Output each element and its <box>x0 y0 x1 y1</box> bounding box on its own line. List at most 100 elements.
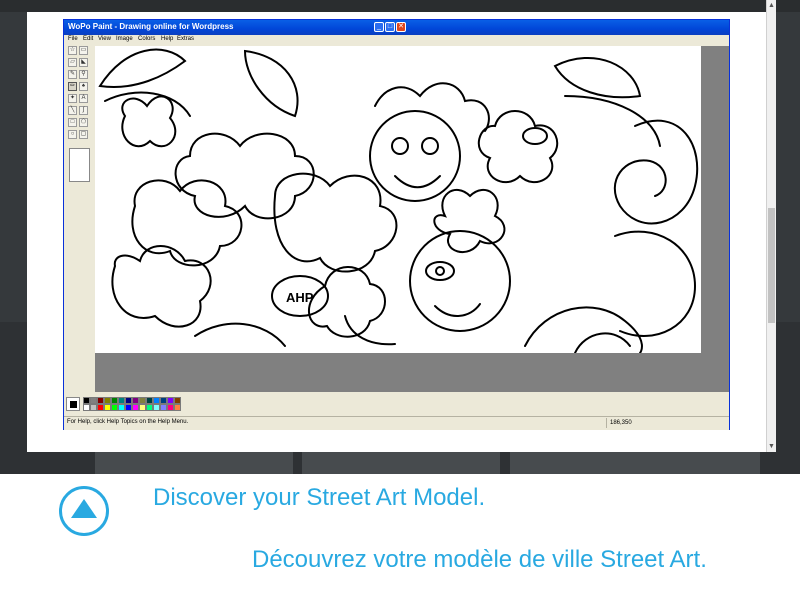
graffiti-text: AHP <box>286 290 314 305</box>
scrollbar-thumb[interactable] <box>768 208 775 323</box>
airbrush-tool[interactable]: ✦ <box>68 94 77 103</box>
scroll-up-icon[interactable]: ▲ <box>767 1 776 10</box>
palette-swatch[interactable] <box>132 404 139 411</box>
palette-swatch[interactable] <box>174 404 181 411</box>
brush-tool[interactable]: ♠ <box>79 82 88 91</box>
pupil-shape <box>435 266 445 276</box>
scroll-to-top-button[interactable] <box>59 486 109 536</box>
flower-petal <box>121 95 177 148</box>
menu-file[interactable]: File <box>68 36 78 42</box>
palette-swatch[interactable] <box>111 397 118 404</box>
palette-swatch[interactable] <box>83 404 90 411</box>
toolbox: ☆ ▭ ▱ ◣ ✎ ⚲ ✏ ♠ ✦ A ╲ ∫ □ ⬠ ○ ▢ <box>68 46 92 162</box>
swirl-shape <box>524 306 643 353</box>
menu-edit[interactable]: Edit <box>83 36 93 42</box>
palette-swatch[interactable] <box>160 404 167 411</box>
menu-image[interactable]: Image <box>116 36 133 42</box>
leaf-shape <box>564 95 661 147</box>
swirl-shape <box>614 230 697 337</box>
palette-swatch[interactable] <box>90 404 97 411</box>
palette-swatch[interactable] <box>104 397 111 404</box>
palette-swatch[interactable] <box>146 397 153 404</box>
palette-swatch[interactable] <box>174 397 181 404</box>
free-select-tool[interactable]: ☆ <box>68 46 77 55</box>
palette-swatch[interactable] <box>90 397 97 404</box>
curve-tool[interactable]: ∫ <box>79 106 88 115</box>
palette-swatch[interactable] <box>118 404 125 411</box>
eraser-tool[interactable]: ▱ <box>68 58 77 67</box>
eye-shape <box>421 137 439 155</box>
cloud-shape <box>273 172 398 273</box>
scrollbar[interactable]: ▲ ▼ <box>766 0 776 452</box>
foreground-color[interactable] <box>69 400 78 409</box>
rounded-rectangle-tool[interactable]: ▢ <box>79 130 88 139</box>
palette-swatch[interactable] <box>97 404 104 411</box>
mouth-shape <box>394 175 441 189</box>
fill-tool[interactable]: ◣ <box>79 58 88 67</box>
drawing-canvas[interactable]: AHP <box>95 46 701 353</box>
menu-bar: File Edit View Image Colors Help Extras <box>64 35 729 45</box>
menu-colors[interactable]: Colors <box>138 36 155 42</box>
scroll-down-icon[interactable]: ▼ <box>767 442 776 451</box>
palette-swatch[interactable] <box>167 404 174 411</box>
status-bar: For Help, click Help Topics on the Help … <box>64 416 729 430</box>
hair-curls <box>374 82 490 132</box>
menu-view[interactable]: View <box>98 36 111 42</box>
menu-help[interactable]: Help <box>161 36 173 42</box>
ellipse-tool[interactable]: ○ <box>68 130 77 139</box>
street-art-drawing: AHP <box>98 48 699 353</box>
paint-window: WoPo Paint - Drawing online for Wordpres… <box>63 19 730 430</box>
gallery-thumbnail[interactable] <box>510 452 760 474</box>
current-colors[interactable] <box>66 397 80 411</box>
status-coordinates: 186,350 <box>606 418 728 428</box>
swirl-shape <box>574 332 631 353</box>
close-button[interactable]: ✕ <box>396 22 406 32</box>
canvas-area[interactable]: AHP <box>95 46 729 392</box>
palette-swatch[interactable] <box>139 404 146 411</box>
palette-swatch[interactable] <box>132 397 139 404</box>
leaf-shape <box>98 48 187 88</box>
palette-swatch[interactable] <box>153 397 160 404</box>
tool-options-box[interactable] <box>69 148 90 182</box>
menu-extras[interactable]: Extras <box>177 36 194 42</box>
maximize-button[interactable]: □ <box>385 22 395 32</box>
palette-swatch[interactable] <box>118 397 125 404</box>
palette-swatch[interactable] <box>153 404 160 411</box>
color-picker-tool[interactable]: ✎ <box>68 70 77 79</box>
polygon-tool[interactable]: ⬠ <box>79 118 88 127</box>
mouth-shape <box>434 303 481 317</box>
eye-shape <box>391 137 409 155</box>
leaf-shape <box>243 49 299 118</box>
leaf-shape <box>194 322 286 347</box>
palette-swatch[interactable] <box>125 397 132 404</box>
palette-swatch[interactable] <box>83 397 90 404</box>
page-top-bar <box>0 0 800 12</box>
eye-shape <box>425 261 455 281</box>
magnifier-tool[interactable]: ⚲ <box>79 70 88 79</box>
palette-swatch[interactable] <box>104 404 111 411</box>
palette-swatch[interactable] <box>139 397 146 404</box>
up-arrow-icon <box>71 499 97 518</box>
minimize-button[interactable]: _ <box>374 22 384 32</box>
caption-french: Découvrez votre modèle de ville Street A… <box>252 546 707 573</box>
gallery-thumbnail[interactable] <box>302 452 500 474</box>
window-titlebar[interactable]: WoPo Paint - Drawing online for Wordpres… <box>64 20 729 35</box>
palette-swatch[interactable] <box>111 404 118 411</box>
cloud-shape <box>174 132 315 220</box>
palette-swatch[interactable] <box>146 404 153 411</box>
status-help-text: For Help, click Help Topics on the Help … <box>67 419 189 425</box>
pencil-tool[interactable]: ✏ <box>68 82 77 91</box>
rectangle-tool[interactable]: □ <box>68 118 77 127</box>
cloud-shape <box>307 266 386 338</box>
color-palette <box>66 397 266 415</box>
palette-swatch[interactable] <box>97 397 104 404</box>
select-tool[interactable]: ▭ <box>79 46 88 55</box>
text-tool[interactable]: A <box>79 94 88 103</box>
palette-swatch[interactable] <box>125 404 132 411</box>
leaf-shape <box>553 56 642 99</box>
line-tool[interactable]: ╲ <box>68 106 77 115</box>
eye-shape <box>522 127 548 145</box>
palette-swatch[interactable] <box>167 397 174 404</box>
palette-swatch[interactable] <box>160 397 167 404</box>
gallery-thumbnail[interactable] <box>95 452 293 474</box>
